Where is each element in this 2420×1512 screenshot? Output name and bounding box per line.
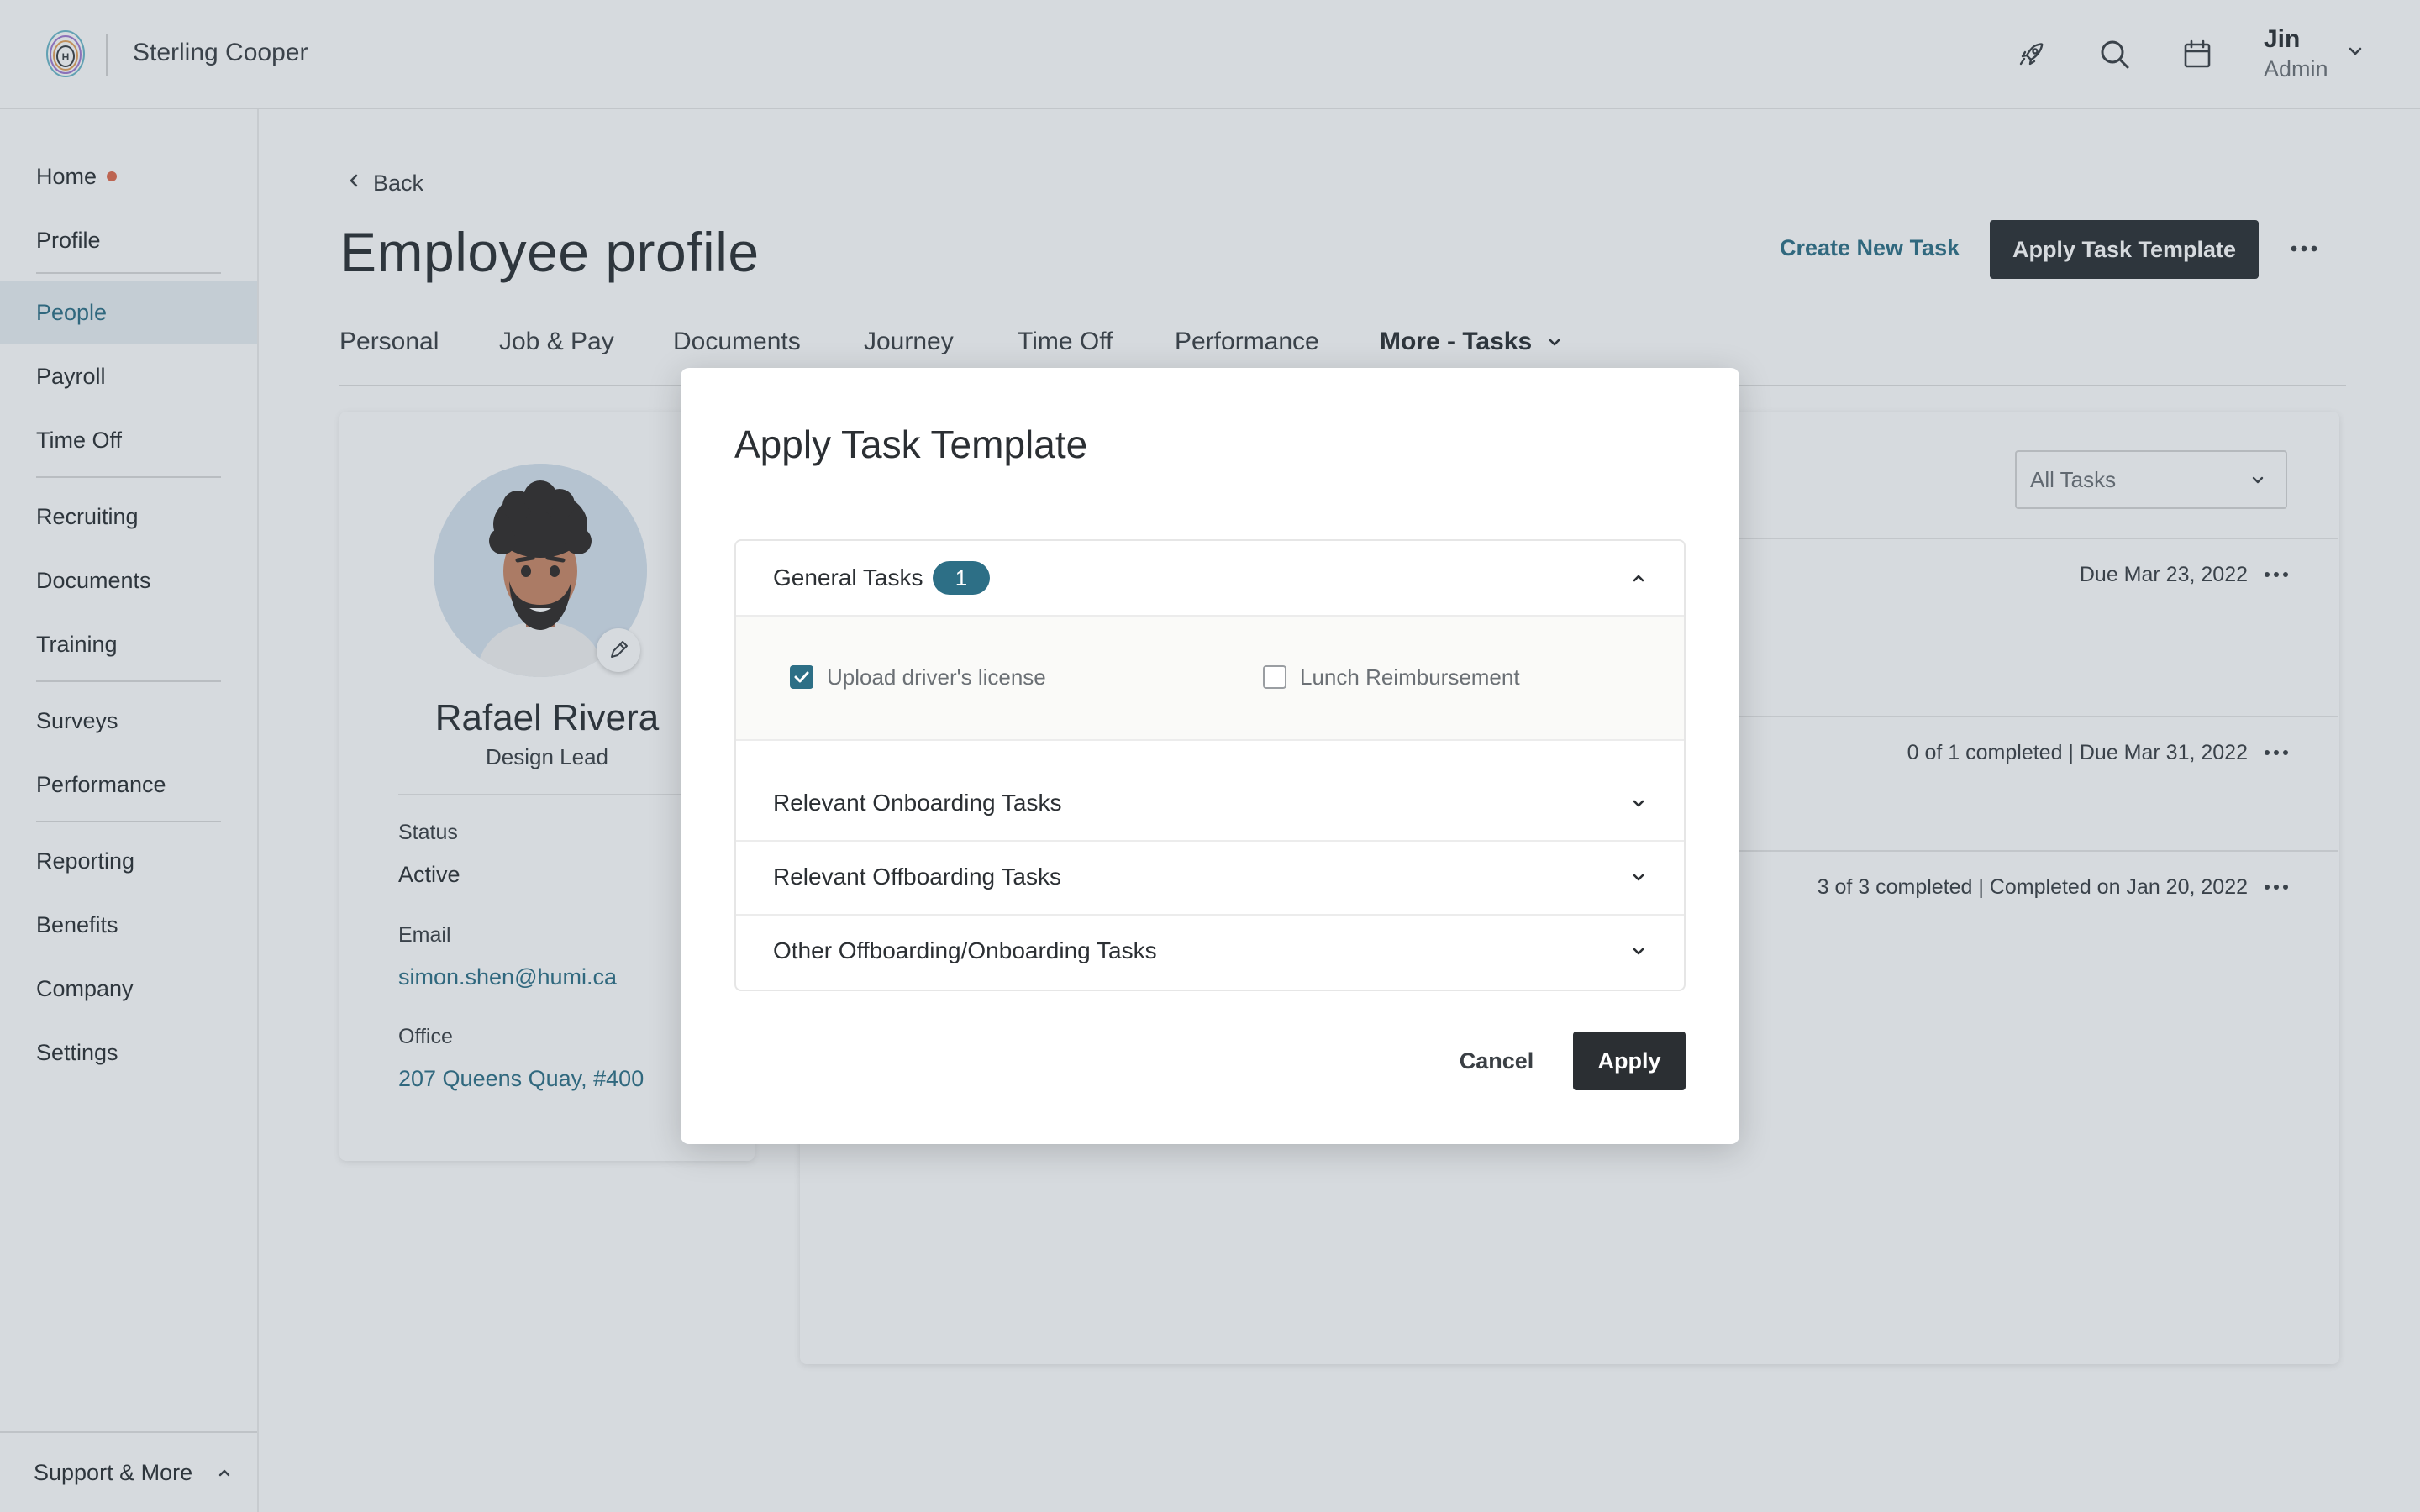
chevron-down-icon [1633, 800, 1644, 807]
accordion-title: General Tasks [773, 564, 923, 591]
modal-title: Apply Task Template [734, 423, 1088, 466]
accordion-header-other-tasks[interactable]: Other Offboarding/Onboarding Tasks [736, 914, 1684, 988]
template-accordion: General Tasks 1 Upload driver's license … [734, 539, 1686, 991]
task-checkbox-label[interactable]: Lunch Reimbursement [1300, 664, 1520, 690]
accordion-title: Other Offboarding/Onboarding Tasks [773, 937, 1157, 963]
accordion-header-offboarding-tasks[interactable]: Relevant Offboarding Tasks [736, 840, 1684, 914]
accordion-body-general-tasks: Upload driver's license Lunch Reimbursem… [736, 615, 1684, 741]
checkmark-icon [794, 671, 809, 683]
accordion-title: Relevant Offboarding Tasks [773, 864, 1061, 890]
chevron-up-icon [1633, 575, 1644, 582]
accordion-title: Relevant Onboarding Tasks [773, 790, 1062, 816]
cancel-button[interactable]: Cancel [1442, 1032, 1551, 1090]
chevron-down-icon [1633, 874, 1644, 881]
task-checkbox[interactable] [1263, 665, 1286, 689]
chevron-down-icon [1633, 948, 1644, 955]
count-badge: 1 [933, 561, 990, 595]
accordion-header-onboarding-tasks[interactable]: Relevant Onboarding Tasks [736, 766, 1684, 840]
apply-button[interactable]: Apply [1573, 1032, 1686, 1090]
accordion-header-general-tasks[interactable]: General Tasks 1 [736, 541, 1684, 615]
task-checkbox[interactable] [790, 665, 813, 689]
task-checkbox-label[interactable]: Upload driver's license [827, 664, 1046, 690]
